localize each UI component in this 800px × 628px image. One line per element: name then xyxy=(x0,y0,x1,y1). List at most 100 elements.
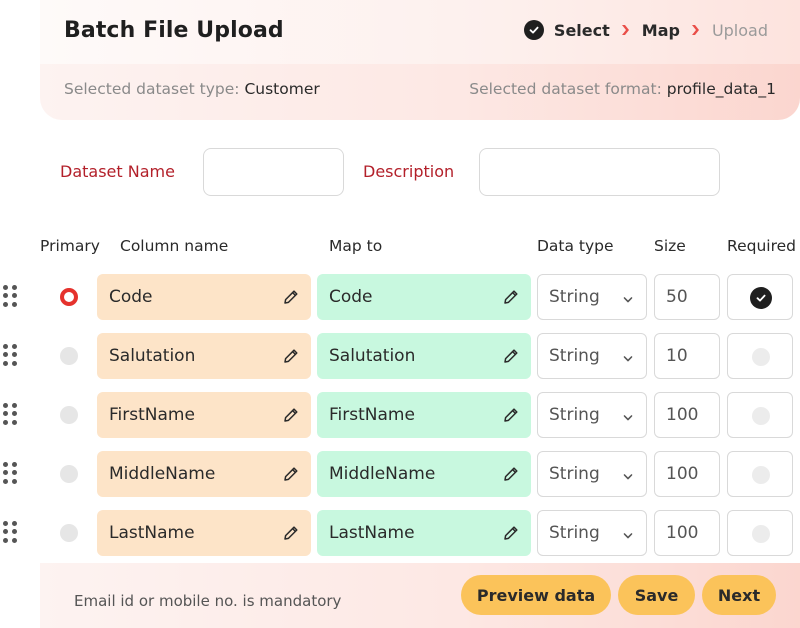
column-name-field[interactable]: LastName xyxy=(97,510,311,556)
column-name-text: MiddleName xyxy=(109,464,216,484)
mandatory-note: Email id or mobile no. is mandatory xyxy=(74,592,342,610)
next-button[interactable]: Next xyxy=(702,575,776,615)
size-value: 100 xyxy=(666,464,699,484)
table-row: LastName LastName String 100 xyxy=(0,510,800,556)
pencil-icon[interactable] xyxy=(281,405,301,425)
header-required: Required xyxy=(727,237,796,255)
column-name-field[interactable]: Salutation xyxy=(97,333,311,379)
dataset-type-info: Selected dataset type: Customer xyxy=(64,80,320,98)
table-row: MiddleName MiddleName String 100 xyxy=(0,451,800,497)
pencil-icon[interactable] xyxy=(501,464,521,484)
pencil-icon[interactable] xyxy=(501,405,521,425)
pencil-icon[interactable] xyxy=(281,346,301,366)
pencil-icon[interactable] xyxy=(501,287,521,307)
unchecked-dot xyxy=(752,407,770,425)
size-value: 100 xyxy=(666,523,699,543)
map-to-text: MiddleName xyxy=(329,464,436,484)
preview-data-button[interactable]: Preview data xyxy=(461,575,611,615)
size-input[interactable]: 100 xyxy=(654,451,720,497)
pencil-icon[interactable] xyxy=(501,346,521,366)
map-to-field[interactable]: Code xyxy=(317,274,531,320)
unchecked-dot xyxy=(752,466,770,484)
dataset-type-value: Customer xyxy=(244,80,320,98)
chevron-right-icon xyxy=(690,23,702,37)
size-input[interactable]: 50 xyxy=(654,274,720,320)
map-to-text: Salutation xyxy=(329,346,416,366)
data-type-value: String xyxy=(549,405,600,425)
map-to-text: FirstName xyxy=(329,405,415,425)
primary-radio[interactable] xyxy=(60,288,78,306)
map-to-field[interactable]: Salutation xyxy=(317,333,531,379)
drag-handle-icon[interactable] xyxy=(3,344,17,366)
data-type-select[interactable]: String xyxy=(537,451,647,497)
header-column-name: Column name xyxy=(120,237,229,255)
map-to-text: Code xyxy=(329,287,373,307)
column-name-text: Salutation xyxy=(109,346,196,366)
required-checkbox[interactable] xyxy=(727,274,793,320)
unchecked-dot xyxy=(752,525,770,543)
check-icon xyxy=(750,287,772,309)
dataset-name-label: Dataset Name xyxy=(60,162,175,181)
column-name-text: FirstName xyxy=(109,405,195,425)
column-name-field[interactable]: FirstName xyxy=(97,392,311,438)
chevron-right-icon xyxy=(620,23,632,37)
chevron-down-icon xyxy=(622,468,634,480)
required-checkbox[interactable] xyxy=(727,392,793,438)
primary-radio[interactable] xyxy=(60,524,78,542)
data-type-select[interactable]: String xyxy=(537,392,647,438)
map-to-field[interactable]: FirstName xyxy=(317,392,531,438)
description-label: Description xyxy=(363,162,455,181)
chevron-down-icon xyxy=(622,291,634,303)
header-size: Size xyxy=(654,237,686,255)
dataset-type-label: Selected dataset type: xyxy=(64,80,240,98)
pencil-icon[interactable] xyxy=(281,464,301,484)
data-type-value: String xyxy=(549,287,600,307)
pencil-icon[interactable] xyxy=(501,523,521,543)
page-title: Batch File Upload xyxy=(64,18,284,43)
drag-handle-icon[interactable] xyxy=(3,403,17,425)
primary-radio[interactable] xyxy=(60,347,78,365)
footer-bar: Email id or mobile no. is mandatory Prev… xyxy=(40,563,800,628)
table-row: Code Code String 50 xyxy=(0,274,800,320)
data-type-select[interactable]: String xyxy=(537,333,647,379)
column-name-text: Code xyxy=(109,287,153,307)
drag-handle-icon[interactable] xyxy=(3,285,17,307)
stepper: Select Map Upload xyxy=(523,20,768,40)
step-select[interactable]: Select xyxy=(554,21,610,40)
drag-handle-icon[interactable] xyxy=(3,521,17,543)
dataset-format-value: profile_data_1 xyxy=(666,80,776,98)
required-checkbox[interactable] xyxy=(727,510,793,556)
pencil-icon[interactable] xyxy=(281,287,301,307)
data-type-value: String xyxy=(549,523,600,543)
primary-radio[interactable] xyxy=(60,406,78,424)
description-input[interactable] xyxy=(479,148,720,196)
required-checkbox[interactable] xyxy=(727,451,793,497)
data-type-select[interactable]: String xyxy=(537,274,647,320)
map-to-field[interactable]: MiddleName xyxy=(317,451,531,497)
table-row: FirstName FirstName String 100 xyxy=(0,392,800,438)
chevron-down-icon xyxy=(622,350,634,362)
header-card: Batch File Upload Select Map Upload Sele… xyxy=(40,0,800,120)
chevron-down-icon xyxy=(622,409,634,421)
size-input[interactable]: 10 xyxy=(654,333,720,379)
data-type-value: String xyxy=(549,464,600,484)
size-input[interactable]: 100 xyxy=(654,392,720,438)
map-to-text: LastName xyxy=(329,523,415,543)
column-name-field[interactable]: MiddleName xyxy=(97,451,311,497)
size-input[interactable]: 100 xyxy=(654,510,720,556)
map-to-field[interactable]: LastName xyxy=(317,510,531,556)
data-type-value: String xyxy=(549,346,600,366)
step-map[interactable]: Map xyxy=(642,21,680,40)
dataset-name-input[interactable] xyxy=(203,148,344,196)
column-name-text: LastName xyxy=(109,523,195,543)
primary-radio[interactable] xyxy=(60,465,78,483)
drag-handle-icon[interactable] xyxy=(3,462,17,484)
save-button[interactable]: Save xyxy=(618,575,695,615)
required-checkbox[interactable] xyxy=(727,333,793,379)
size-value: 50 xyxy=(666,287,688,307)
chevron-down-icon xyxy=(622,527,634,539)
data-type-select[interactable]: String xyxy=(537,510,647,556)
pencil-icon[interactable] xyxy=(281,523,301,543)
check-icon xyxy=(523,20,544,40)
column-name-field[interactable]: Code xyxy=(97,274,311,320)
